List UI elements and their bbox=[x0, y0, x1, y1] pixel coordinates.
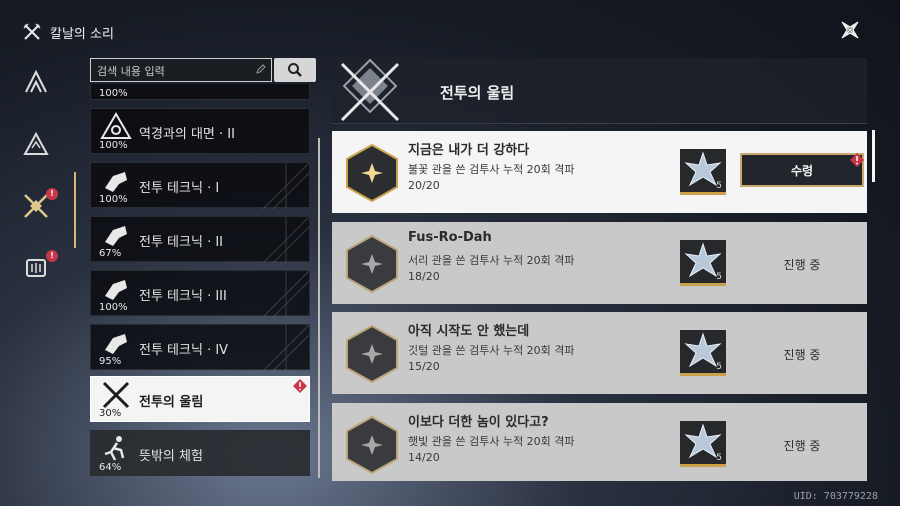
achievement-name: 지금은 내가 더 강하다 bbox=[408, 143, 530, 158]
achievement-progress: 15/20 bbox=[408, 360, 440, 373]
achievement-card: 지금은 내가 더 강하다 불꽃 관을 쓴 검투사 누적 20회 격파 20/20… bbox=[332, 131, 867, 213]
claim-button[interactable]: 수령 bbox=[740, 153, 864, 187]
achievement-desc: 깃털 관을 쓴 검투사 누적 20회 격파 bbox=[408, 344, 575, 357]
nav-item-card[interactable]: ! bbox=[16, 248, 58, 288]
achievement-progress: 14/20 bbox=[408, 451, 440, 464]
alert-badge: ! bbox=[46, 188, 58, 200]
category-item[interactable]: 전투 테크닉 · I 100% bbox=[90, 162, 310, 209]
achievement-badge-icon bbox=[346, 324, 398, 384]
alert-diamond-icon bbox=[293, 379, 307, 393]
category-percent: 100% bbox=[99, 88, 128, 99]
panel-header: 전투의 울림 bbox=[332, 58, 867, 124]
fist-icon bbox=[105, 280, 127, 300]
nav-item-tower[interactable] bbox=[16, 62, 56, 102]
page-header: 칼날의 소리 bbox=[22, 20, 114, 44]
reward-count: 5 bbox=[716, 272, 722, 282]
category-item[interactable]: 역경과의 대면 · II 100% bbox=[90, 108, 310, 154]
reward-count: 5 bbox=[716, 453, 722, 463]
reward-item[interactable]: 5 bbox=[680, 330, 726, 376]
category-item[interactable]: 100% bbox=[90, 84, 310, 100]
reward-count: 5 bbox=[716, 362, 722, 372]
achievement-desc: 서리 관을 쓴 검투사 누적 20회 격파 bbox=[408, 254, 575, 267]
achievement-progress: 20/20 bbox=[408, 179, 440, 192]
achievement-badge-icon bbox=[346, 143, 398, 203]
crossed-swords-emblem-icon bbox=[340, 58, 400, 122]
category-item[interactable]: 전투 테크닉 · II 67% bbox=[90, 216, 310, 263]
category-name: 뜻밖의 체험 bbox=[139, 449, 203, 464]
achievement-card: Fus-Ro-Dah 서리 관을 쓴 검투사 누적 20회 격파 18/20 5… bbox=[332, 222, 867, 304]
achievement-desc: 불꽃 관을 쓴 검투사 누적 20회 격파 bbox=[408, 163, 575, 176]
achievement-badge-icon bbox=[346, 415, 398, 475]
achievement-card: 아직 시작도 안 했는데 깃털 관을 쓴 검투사 누적 20회 격파 15/20… bbox=[332, 312, 867, 394]
status-label: 진행 중 bbox=[783, 258, 821, 272]
category-name: 전투 테크닉 · I bbox=[139, 181, 220, 196]
mountain-icon bbox=[23, 131, 49, 155]
decorative-pattern-icon bbox=[263, 325, 309, 371]
nav-item-blade[interactable]: ! bbox=[16, 186, 58, 226]
running-figure-icon bbox=[104, 436, 125, 461]
triangle-emblem-icon bbox=[100, 112, 132, 139]
alert-diamond-icon bbox=[850, 153, 864, 167]
status-label: 진행 중 bbox=[783, 348, 821, 362]
category-item[interactable]: 전투 테크닉 · III 100% bbox=[90, 270, 310, 317]
close-star-icon bbox=[841, 21, 859, 39]
achievement-name: Fus-Ro-Dah bbox=[408, 230, 492, 245]
reward-count: 5 bbox=[716, 181, 722, 191]
category-percent: 100% bbox=[99, 140, 128, 151]
achievement-name: 이보다 더한 놈이 있다고? bbox=[408, 415, 549, 430]
tower-icon bbox=[25, 69, 47, 93]
crossed-swords-icon bbox=[102, 381, 130, 409]
decorative-pattern-icon bbox=[263, 217, 309, 263]
close-button[interactable] bbox=[838, 18, 862, 42]
panel-title: 전투의 울림 bbox=[440, 84, 515, 102]
achievement-scrollbar[interactable] bbox=[872, 130, 875, 182]
decorative-pattern-icon bbox=[263, 271, 309, 317]
category-percent: 30% bbox=[99, 408, 122, 419]
decorative-pattern-icon bbox=[263, 163, 309, 209]
nav-active-indicator bbox=[74, 172, 76, 248]
achievement-progress: 18/20 bbox=[408, 270, 440, 283]
category-name: 전투 테크닉 · IV bbox=[139, 343, 229, 358]
category-percent: 95% bbox=[99, 356, 122, 367]
category-name: 전투 테크닉 · II bbox=[139, 235, 223, 250]
category-item-selected[interactable]: 전투의 울림 30% bbox=[90, 376, 310, 422]
category-name: 역경과의 대면 · II bbox=[139, 127, 235, 142]
category-list: 100% 역경과의 대면 · II 100% 전투 테크닉 · I 100% 전… bbox=[90, 84, 312, 476]
nav-item-mountain[interactable] bbox=[16, 124, 56, 164]
category-name: 전투의 울림 bbox=[139, 395, 204, 410]
reward-item[interactable]: 5 bbox=[680, 149, 726, 195]
search-input[interactable]: 검색 내용 입력 bbox=[90, 58, 272, 82]
achievement-name: 아직 시작도 안 했는데 bbox=[408, 324, 530, 339]
category-item[interactable]: 뜻밖의 체험 64% bbox=[90, 430, 310, 476]
reward-item[interactable]: 5 bbox=[680, 421, 726, 467]
fist-icon bbox=[105, 334, 127, 354]
list-scrollbar[interactable] bbox=[318, 138, 320, 478]
side-nav: ! ! bbox=[16, 62, 66, 310]
status-label: 진행 중 bbox=[783, 439, 821, 453]
achievement-desc: 햇빛 관을 쓴 검투사 누적 20회 격파 bbox=[408, 435, 575, 448]
category-name: 전투 테크닉 · III bbox=[139, 289, 227, 304]
achievement-card: 이보다 더한 놈이 있다고? 햇빛 관을 쓴 검투사 누적 20회 격파 14/… bbox=[332, 403, 867, 481]
crossed-swords-icon bbox=[23, 23, 41, 40]
search-button[interactable] bbox=[274, 58, 316, 82]
fist-icon bbox=[105, 172, 127, 192]
fist-icon bbox=[105, 226, 127, 246]
edit-icon bbox=[256, 64, 266, 74]
category-percent: 100% bbox=[99, 302, 128, 313]
category-percent: 64% bbox=[99, 462, 122, 473]
page-title: 칼날의 소리 bbox=[50, 26, 114, 42]
search-icon bbox=[288, 63, 302, 77]
category-item[interactable]: 전투 테크닉 · IV 95% bbox=[90, 324, 310, 371]
category-percent: 100% bbox=[99, 194, 128, 205]
card-icon bbox=[26, 259, 46, 277]
reward-item[interactable]: 5 bbox=[680, 240, 726, 286]
achievement-badge-icon bbox=[346, 234, 398, 294]
alert-badge: ! bbox=[46, 250, 58, 262]
category-percent: 67% bbox=[99, 248, 122, 259]
uid-label: UID: 703779228 bbox=[793, 491, 878, 502]
